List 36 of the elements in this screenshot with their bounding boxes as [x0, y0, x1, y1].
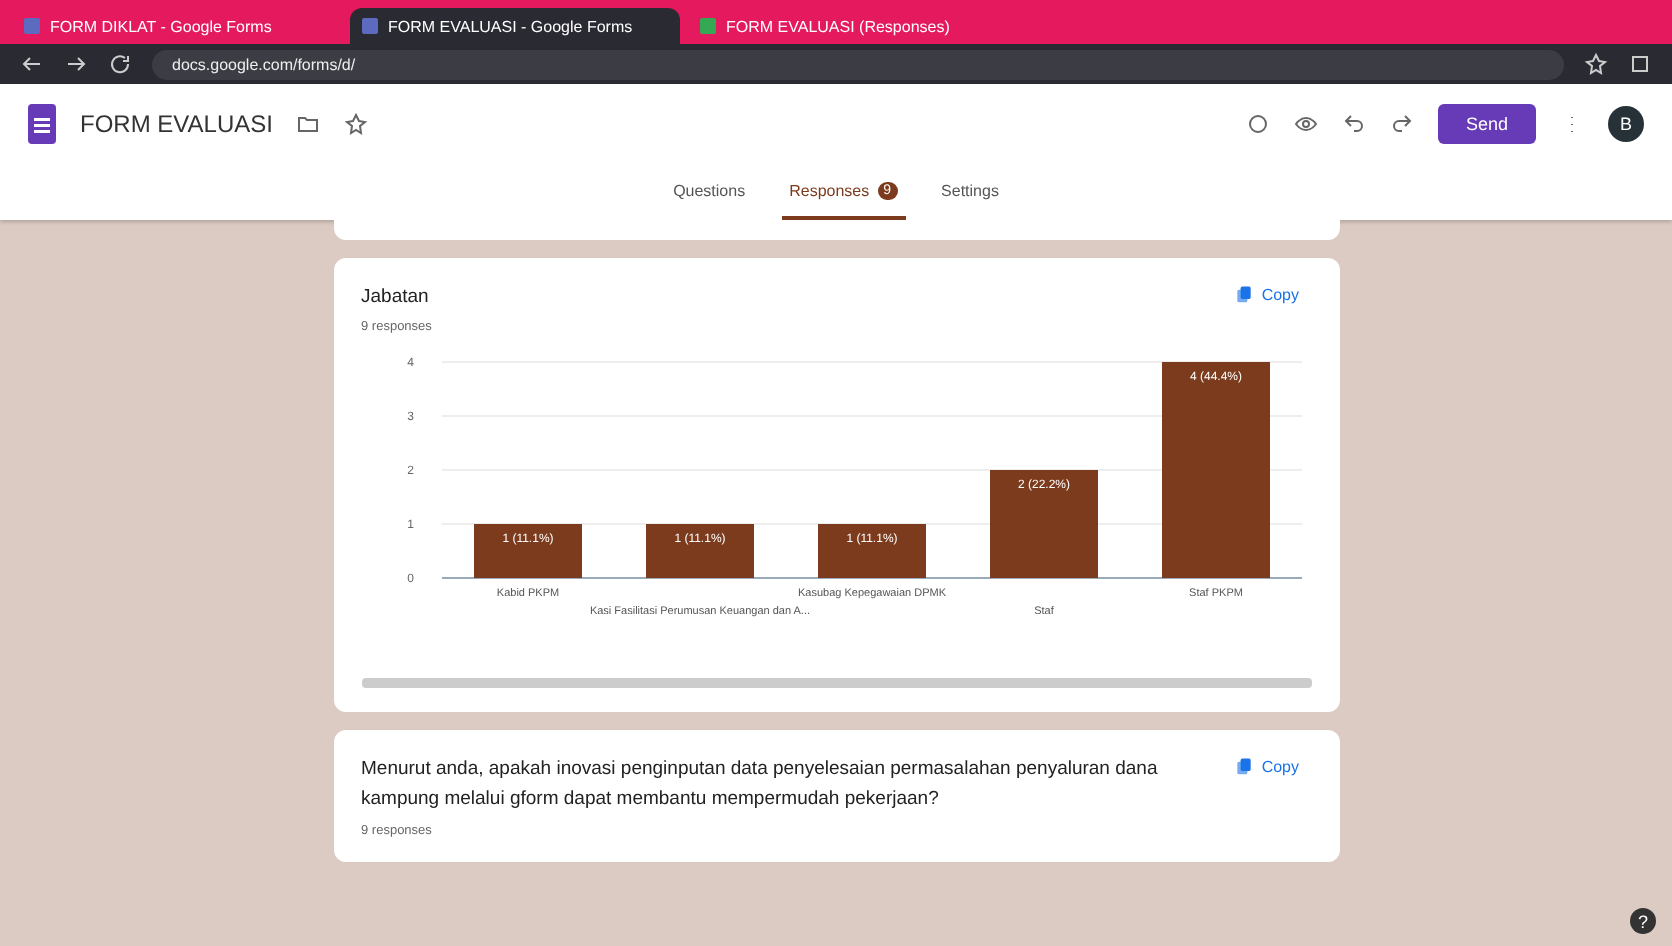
browser-tab[interactable]: FORM EVALUASI - Google Forms: [350, 8, 680, 44]
forms-logo-icon: [28, 104, 56, 144]
reload-icon[interactable]: [108, 52, 132, 76]
form-icon: [362, 18, 378, 34]
browser-tab[interactable]: FORM EVALUASI (Responses): [688, 8, 1018, 44]
scrollbar[interactable]: [361, 678, 1311, 689]
bar: [473, 524, 581, 579]
help-button[interactable]: ?: [1630, 908, 1656, 934]
tab-title: FORM EVALUASI - Google Forms: [388, 17, 633, 35]
bar: [989, 470, 1097, 579]
question-title: Menurut anda, apakah inovasi penginputan data penyelesaian permasalahan penyaluran dana kampung melalui gform dapat membantu mempermudah pekerjaan?: [361, 756, 1160, 815]
forward-icon[interactable]: [64, 52, 88, 76]
back-icon[interactable]: [20, 52, 44, 76]
folder-icon[interactable]: [296, 112, 321, 136]
redo-icon[interactable]: [1389, 112, 1414, 136]
bar: [817, 524, 925, 579]
form-tab[interactable]: Settings: [933, 164, 1007, 220]
browser-tab[interactable]: FORM DIKLAT - Google Forms: [12, 8, 342, 44]
copy-button[interactable]: Copy: [1221, 754, 1311, 779]
address-field[interactable]: docs.google.com/forms/d/: [152, 49, 1564, 79]
copy-icon: [1233, 756, 1254, 777]
bar: [645, 524, 753, 579]
tab-title: FORM EVALUASI (Responses): [726, 17, 950, 35]
undo-icon[interactable]: [1341, 112, 1366, 136]
question-title: Jabatan: [361, 284, 429, 312]
tab-title: FORM DIKLAT - Google Forms: [50, 17, 272, 35]
copy-icon: [1233, 284, 1254, 304]
send-button[interactable]: Send: [1437, 104, 1536, 144]
form-title: FORM EVALUASI: [80, 110, 273, 138]
avatar[interactable]: B: [1608, 106, 1644, 142]
star-icon[interactable]: [344, 112, 369, 136]
form-tab[interactable]: Questions: [665, 164, 754, 220]
copy-button[interactable]: Copy: [1221, 282, 1311, 306]
form-icon: [700, 18, 716, 34]
eye-icon[interactable]: [1293, 112, 1318, 136]
form-icon: [24, 18, 40, 34]
